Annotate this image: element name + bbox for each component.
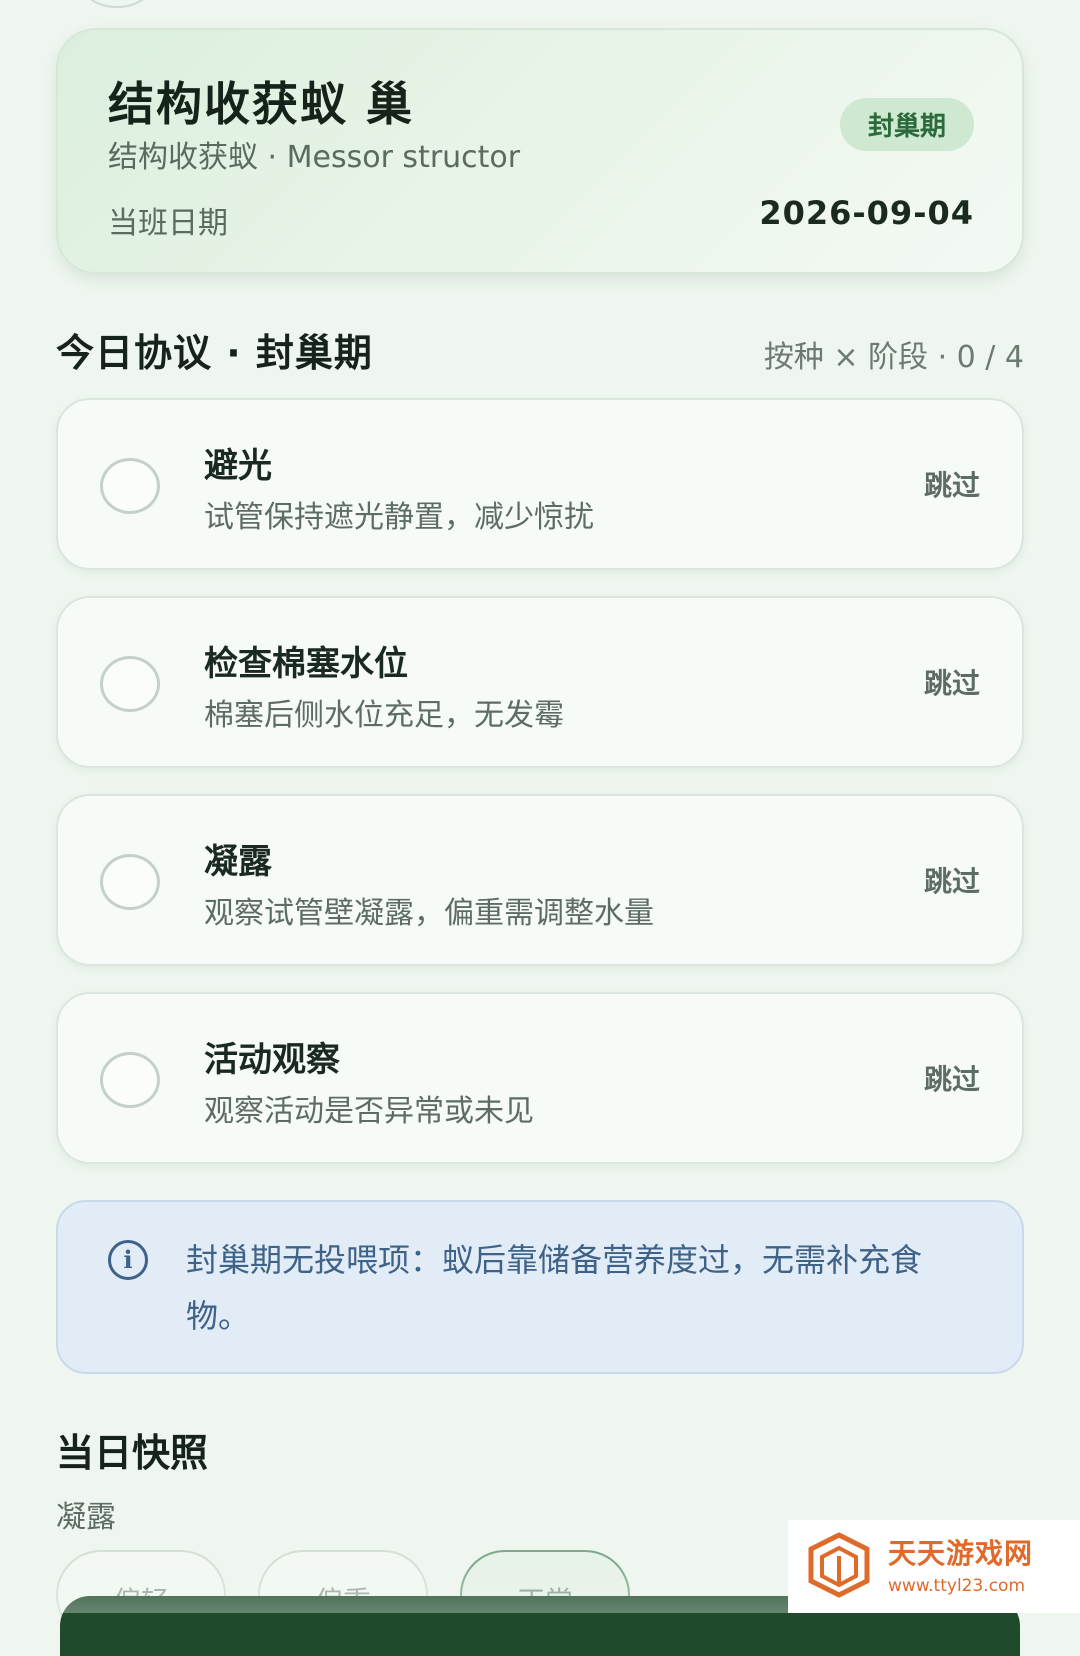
task-list: 避光 试管保持遮光静置，减少惊扰 跳过 检查棉塞水位 棉塞后侧水位充足，无发霉 …	[56, 398, 1024, 1190]
duty-date-label: 当班日期	[108, 206, 228, 241]
snapshot-field-label: 凝露	[56, 1500, 116, 1535]
skip-button[interactable]: 跳过	[924, 860, 980, 900]
protocol-title: 今日协议 · 封巢期	[56, 331, 373, 375]
task-title: 活动观察	[204, 1040, 340, 1080]
colony-title: 结构收获蚁 巢	[108, 77, 415, 131]
skip-button[interactable]: 跳过	[924, 464, 980, 504]
skip-button[interactable]: 跳过	[924, 662, 980, 702]
skip-button[interactable]: 跳过	[924, 1058, 980, 1098]
colony-species: 结构收获蚁 · Messor structor	[108, 140, 521, 175]
top-avatar-arc	[70, 0, 164, 8]
stage-badge: 封巢期	[839, 98, 974, 151]
protocol-progress: 按种 × 阶段 · 0 / 4	[763, 340, 1024, 375]
task-item-check-water[interactable]: 检查棉塞水位 棉塞后侧水位充足，无发霉 跳过	[56, 596, 1024, 768]
watermark-logo-icon	[808, 1532, 870, 1598]
site-watermark: 天天游戏网 www.ttyl23.com	[788, 1520, 1080, 1613]
task-description: 观察活动是否异常或未见	[204, 1094, 534, 1129]
duty-date-value[interactable]: 2026-09-04	[759, 194, 974, 232]
task-checkbox[interactable]	[100, 458, 160, 514]
task-checkbox[interactable]	[100, 656, 160, 712]
task-description: 棉塞后侧水位充足，无发霉	[204, 698, 564, 733]
task-item-avoid-light[interactable]: 避光 试管保持遮光静置，减少惊扰 跳过	[56, 398, 1024, 570]
task-item-condensation[interactable]: 凝露 观察试管壁凝露，偏重需调整水量 跳过	[56, 794, 1024, 966]
watermark-name: 天天游戏网	[888, 1537, 1034, 1570]
feeding-notice-text: 封巢期无投喂项：蚁后靠储备营养度过，无需补充食物。	[186, 1241, 923, 1335]
task-checkbox[interactable]	[100, 1052, 160, 1108]
snapshot-title: 当日快照	[56, 1431, 209, 1475]
task-title: 检查棉塞水位	[204, 644, 408, 684]
task-checkbox[interactable]	[100, 854, 160, 910]
watermark-url: www.ttyl23.com	[888, 1576, 1026, 1596]
task-title: 凝露	[204, 842, 272, 882]
task-title: 避光	[204, 446, 272, 486]
info-icon: i	[108, 1240, 148, 1280]
task-description: 观察试管壁凝露，偏重需调整水量	[204, 896, 654, 931]
task-description: 试管保持遮光静置，减少惊扰	[204, 500, 594, 535]
colony-header-card: 结构收获蚁 巢 结构收获蚁 · Messor structor 封巢期 当班日期…	[56, 28, 1024, 274]
feeding-notice: i 封巢期无投喂项：蚁后靠储备营养度过，无需补充食物。	[56, 1200, 1024, 1374]
task-item-activity[interactable]: 活动观察 观察活动是否异常或未见 跳过	[56, 992, 1024, 1164]
